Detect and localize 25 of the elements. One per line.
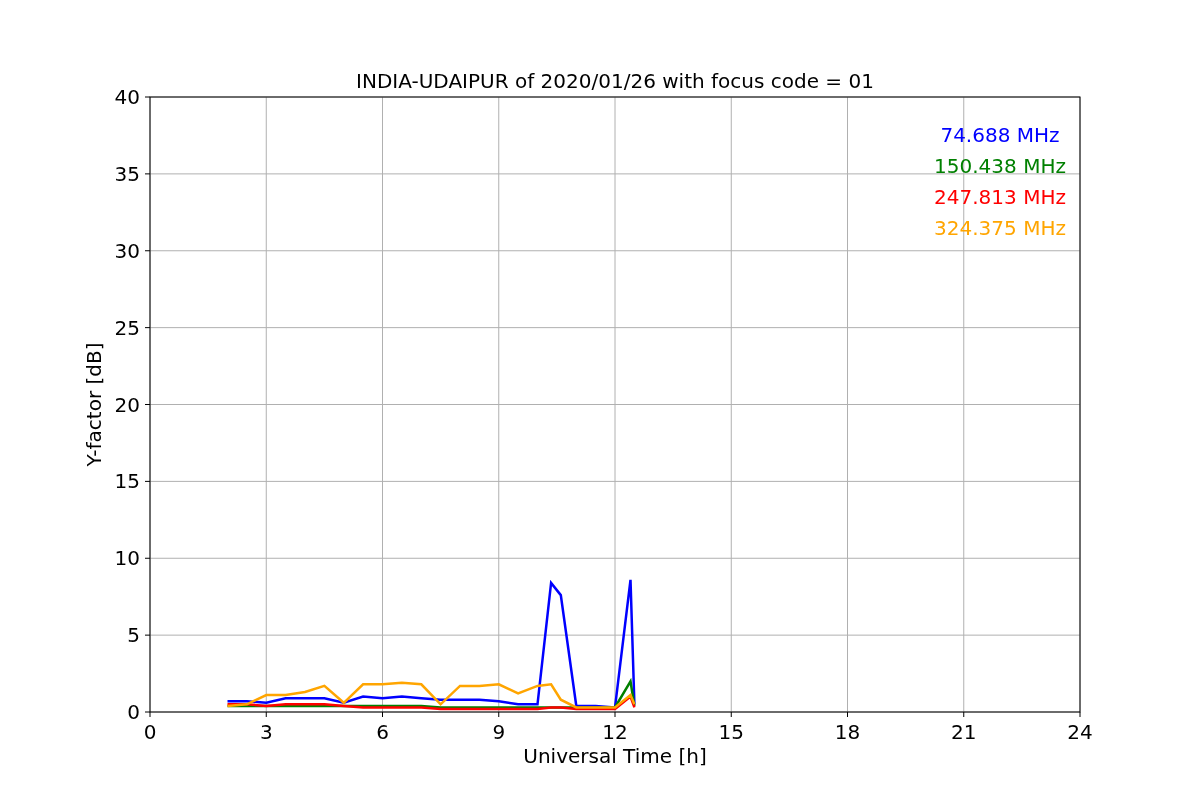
chart-title: INDIA-UDAIPUR of 2020/01/26 with focus code = 01 xyxy=(356,69,874,93)
y-tick-label: 30 xyxy=(114,238,140,263)
legend-label: 150.438 MHz xyxy=(934,154,1066,178)
x-axis-label: Universal Time [h] xyxy=(523,744,707,768)
y-tick-label: 15 xyxy=(114,469,140,494)
x-tick-label: 6 xyxy=(376,720,389,744)
x-tick-label: 24 xyxy=(1067,720,1093,744)
x-tick-label: 0 xyxy=(143,720,157,744)
x-tick-label: 15 xyxy=(718,720,744,744)
legend-label: 247.813 MHz xyxy=(934,185,1066,209)
y-tick-label: 10 xyxy=(114,546,140,571)
y-tick-label: 20 xyxy=(114,392,140,417)
y-tick-label: 5 xyxy=(127,623,140,648)
y-tick-label: 35 xyxy=(114,161,140,186)
y-tick-label: 0 xyxy=(127,700,140,724)
legend-label: 74.688 MHz xyxy=(940,123,1060,147)
x-tick-label: 9 xyxy=(492,720,506,744)
y-axis-label: Y-factor [dB] xyxy=(82,342,106,467)
y-tick-label: 40 xyxy=(114,85,140,109)
x-tick-label: 21 xyxy=(951,720,977,744)
x-tick-label: 18 xyxy=(834,720,861,744)
legend-label: 324.375 MHz xyxy=(934,216,1066,240)
x-tick-label: 12 xyxy=(602,720,628,744)
y-tick-label: 25 xyxy=(114,315,140,340)
x-tick-label: 3 xyxy=(259,720,273,744)
